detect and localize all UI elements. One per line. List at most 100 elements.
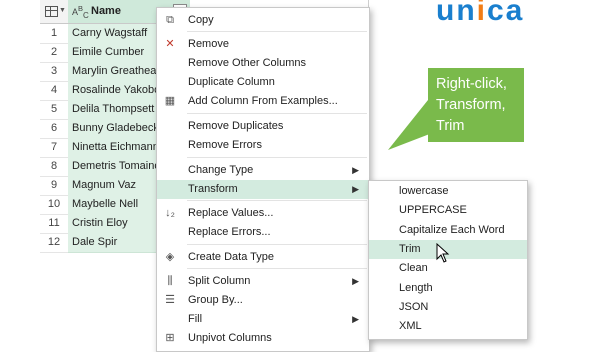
- menu-item-label: Replace Errors...: [188, 226, 271, 238]
- table-menu-button[interactable]: ▼: [40, 0, 69, 23]
- data-type-icon: ◈: [165, 251, 175, 263]
- row-index: 1: [40, 24, 69, 44]
- menu-item-remove-other-columns[interactable]: Remove Other Columns: [157, 54, 369, 73]
- row-index: 10: [40, 195, 69, 215]
- unpivot-icon: ⊞: [165, 332, 175, 344]
- name-cell[interactable]: Magnum Vaz: [68, 176, 168, 196]
- menu-item-label: Group By...: [188, 294, 243, 306]
- menu-item-duplicate-column[interactable]: Duplicate Column: [157, 73, 369, 92]
- name-cell[interactable]: Demetris Tomaino: [68, 157, 168, 177]
- name-cell[interactable]: Bunny Gladebeck: [68, 119, 168, 139]
- submenu-item-label: UPPERCASE: [399, 204, 467, 217]
- menu-item-copy[interactable]: ⧉ Copy: [157, 11, 369, 30]
- menu-item-replace-errors[interactable]: Replace Errors...: [157, 223, 369, 242]
- row-index: 8: [40, 157, 69, 177]
- menu-item-label: Remove: [188, 38, 229, 50]
- table-row[interactable]: 10 Maybelle Nell: [40, 195, 168, 215]
- menu-separator: [187, 244, 367, 245]
- row-index: 9: [40, 176, 69, 196]
- table-row[interactable]: 2 Eimile Cumber: [40, 43, 168, 63]
- table-row[interactable]: 9 Magnum Vaz: [40, 176, 168, 196]
- split-column-icon: ⫼: [167, 275, 173, 287]
- menu-separator: [187, 157, 367, 158]
- context-menu: ⧉ Copy ✕ Remove Remove Other Columns Duplicat…: [156, 7, 370, 352]
- menu-item-label: Add Column From Examples...: [188, 95, 338, 107]
- table-icon: [45, 6, 58, 17]
- name-cell[interactable]: Carny Wagstaff: [68, 24, 168, 44]
- table-row[interactable]: 3 Marylin Greathead: [40, 62, 168, 82]
- name-cell[interactable]: Ninetta Eichmann: [68, 138, 168, 158]
- submenu-item-label: Capitalize Each Word: [399, 223, 505, 236]
- row-index: 2: [40, 43, 69, 63]
- row-index: 11: [40, 214, 69, 234]
- remove-x-icon: ✕: [165, 38, 175, 50]
- table-row[interactable]: 11 Cristin Eloy: [40, 214, 168, 234]
- table-row[interactable]: 8 Demetris Tomaino: [40, 157, 168, 177]
- menu-item-create-data-type[interactable]: ◈ Create Data Type: [157, 248, 369, 267]
- row-index: 4: [40, 81, 69, 101]
- menu-item-label: Fill: [188, 313, 203, 325]
- menu-separator: [187, 200, 367, 201]
- submenu-item-length[interactable]: Length: [369, 279, 527, 298]
- submenu-item-json[interactable]: JSON: [369, 298, 527, 317]
- submenu-arrow-icon: ▶: [352, 165, 359, 175]
- menu-item-replace-values[interactable]: ↓₂ Replace Values...: [157, 204, 369, 223]
- menu-item-label: Remove Errors: [188, 139, 262, 151]
- table-row[interactable]: 4 Rosalinde Yakobovitz: [40, 81, 168, 101]
- menu-item-label: Unpivot Columns: [188, 332, 272, 344]
- name-cell[interactable]: Maybelle Nell: [68, 195, 168, 215]
- menu-item-label: Replace Values...: [188, 207, 274, 219]
- text-type-icon[interactable]: ABC: [72, 4, 89, 20]
- callout-line-1: Right-click,: [436, 76, 507, 92]
- menu-item-add-column-from-examples[interactable]: ▦ Add Column From Examples...: [157, 92, 369, 111]
- name-cell[interactable]: Marylin Greathead: [68, 62, 168, 82]
- name-cell[interactable]: Delila Thompsett: [68, 100, 168, 120]
- name-cell[interactable]: Cristin Eloy: [68, 214, 168, 234]
- submenu-arrow-icon: ▶: [352, 276, 359, 286]
- submenu-item-lowercase[interactable]: lowercase: [369, 182, 527, 201]
- replace-values-icon: ↓₂: [165, 207, 175, 219]
- row-index: 7: [40, 138, 69, 158]
- submenu-item-label: Trim: [399, 242, 421, 255]
- menu-item-label: Split Column: [188, 275, 251, 287]
- menu-item-label: Copy: [188, 14, 214, 26]
- menu-separator: [187, 268, 367, 269]
- menu-item-label: Create Data Type: [188, 251, 275, 263]
- menu-item-group-by[interactable]: ☰ Group By...: [157, 291, 369, 310]
- column-header-label: Name: [91, 5, 121, 17]
- name-cell[interactable]: Eimile Cumber: [68, 43, 168, 63]
- menu-item-split-column[interactable]: ⫼ Split Column ▶: [157, 272, 369, 291]
- table-row[interactable]: 7 Ninetta Eichmann: [40, 138, 168, 158]
- submenu-item-label: Clean: [399, 262, 428, 275]
- copy-icon: ⧉: [166, 14, 174, 26]
- menu-item-transform[interactable]: Transform ▶: [157, 180, 369, 199]
- menu-separator: [187, 31, 367, 32]
- submenu-item-label: XML: [399, 320, 422, 333]
- submenu-arrow-icon: ▶: [352, 314, 359, 324]
- table-row[interactable]: 12 Dale Spir: [40, 233, 168, 253]
- menu-item-remove-duplicates[interactable]: Remove Duplicates: [157, 117, 369, 136]
- submenu-item-capitalize-each-word[interactable]: Capitalize Each Word: [369, 221, 527, 240]
- menu-item-unpivot-columns[interactable]: ⊞ Unpivot Columns: [157, 329, 369, 348]
- name-cell[interactable]: Rosalinde Yakobovitz: [68, 81, 168, 101]
- name-cell[interactable]: Dale Spir: [68, 233, 168, 253]
- menu-item-fill[interactable]: Fill ▶: [157, 310, 369, 329]
- submenu-item-uppercase[interactable]: UPPERCASE: [369, 201, 527, 220]
- menu-item-remove-errors[interactable]: Remove Errors: [157, 136, 369, 155]
- menu-item-label: Duplicate Column: [188, 76, 275, 88]
- table-row[interactable]: 5 Delila Thompsett: [40, 100, 168, 120]
- table-row[interactable]: 6 Bunny Gladebeck: [40, 119, 168, 139]
- unica-logo: unica: [436, 0, 525, 27]
- menu-item-label: Remove Other Columns: [188, 57, 306, 69]
- menu-item-label: Transform: [188, 183, 238, 195]
- menu-item-label: Remove Duplicates: [188, 120, 284, 132]
- callout-line-2: Transform,: [436, 97, 506, 113]
- menu-item-remove[interactable]: ✕ Remove: [157, 35, 369, 54]
- group-by-icon: ☰: [165, 294, 175, 306]
- row-index: 5: [40, 100, 69, 120]
- menu-item-change-type[interactable]: Change Type ▶: [157, 161, 369, 180]
- table-row[interactable]: 1 Carny Wagstaff: [40, 24, 168, 44]
- mouse-cursor-icon: [436, 243, 450, 263]
- submenu-item-xml[interactable]: XML: [369, 317, 527, 336]
- menu-separator: [187, 113, 367, 114]
